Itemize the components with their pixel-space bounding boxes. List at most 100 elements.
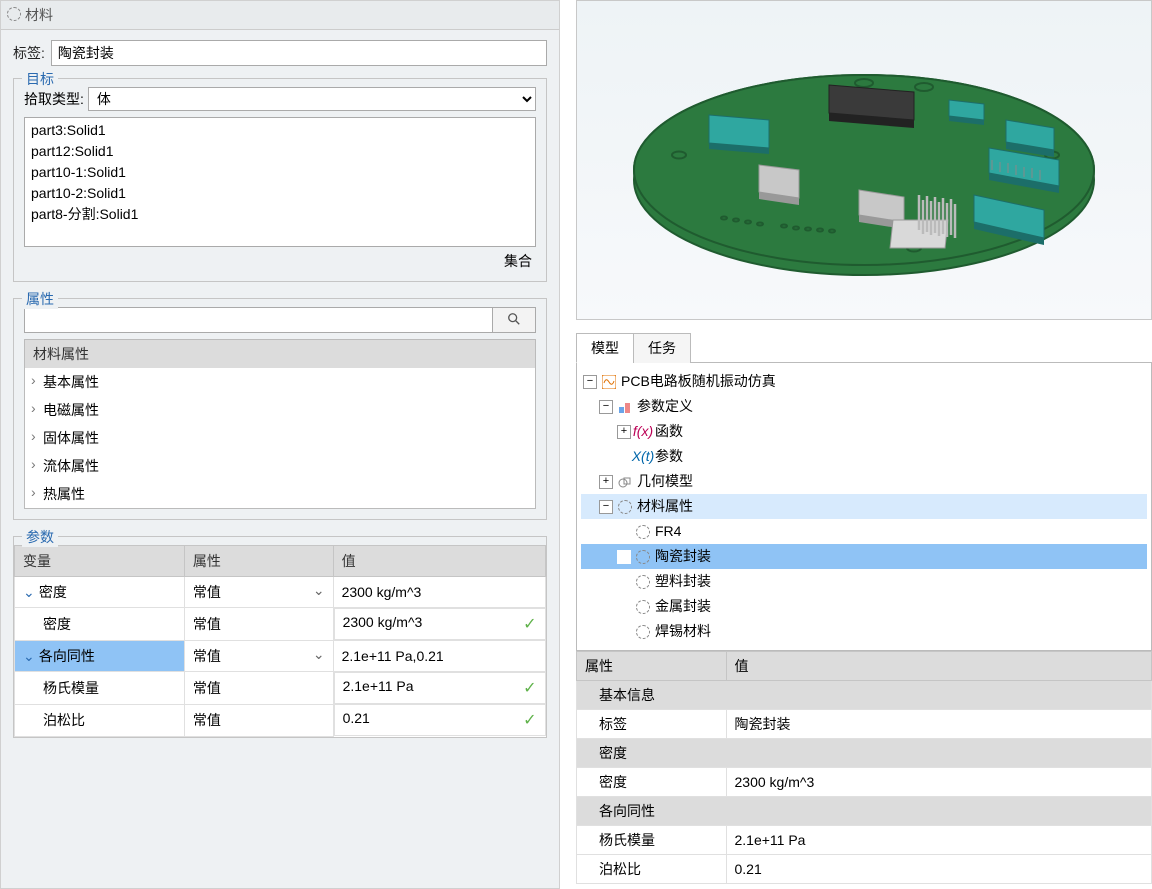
tree-material-item[interactable]: 陶瓷封装 xyxy=(655,546,711,567)
list-item[interactable]: part10-2:Solid1 xyxy=(31,183,529,204)
geometry-icon xyxy=(617,474,633,490)
pick-type-label: 拾取类型: xyxy=(24,89,84,109)
param-variable-cell[interactable]: 泊松比 xyxy=(15,704,185,736)
property-section: 密度 xyxy=(577,739,1152,768)
model-tree[interactable]: − PCB电路板随机振动仿真 − 参数定义 + f(x) 函数 X(t) 参数 … xyxy=(576,363,1152,651)
property-key: 泊松比 xyxy=(577,855,727,884)
tree-toggle[interactable]: + xyxy=(617,425,631,439)
param-property-cell[interactable]: 常值 xyxy=(184,704,333,736)
list-item[interactable]: part12:Solid1 xyxy=(31,141,529,162)
tree-toggle[interactable]: − xyxy=(599,400,613,414)
label-input[interactable] xyxy=(51,40,547,66)
param-value-cell[interactable]: 2.1e+11 Pa,0.21 xyxy=(333,641,545,672)
tree-spacer xyxy=(617,450,631,464)
property-value-table: 属性 值 基本信息标签陶瓷封装密度密度2300 kg/m^3各向同性杨氏模量2.… xyxy=(576,651,1152,884)
property-key: 密度 xyxy=(577,768,727,797)
property-key: 标签 xyxy=(577,710,727,739)
label-row: 标签: xyxy=(1,30,559,70)
params-fieldset: 参数 变量 属性 值 ⌄ 密度常值⌄2300 kg/m^3密度常值2300 kg… xyxy=(13,536,547,738)
tree-paramdef[interactable]: 参数定义 xyxy=(637,396,693,417)
panel-header: 材料 xyxy=(1,1,559,30)
material-icon xyxy=(635,599,651,615)
param-property-cell[interactable]: 常值 xyxy=(184,672,333,705)
check-icon: ✓ xyxy=(523,678,536,698)
param-value-cell[interactable]: 2.1e+11 Pa ✓ xyxy=(334,672,546,704)
list-item[interactable]: part10-1:Solid1 xyxy=(31,162,529,183)
property-list-header: 材料属性 xyxy=(25,340,535,368)
col-property: 属性 xyxy=(577,652,727,681)
check-icon: ✓ xyxy=(523,614,536,634)
tree-material-item[interactable]: 塑料封装 xyxy=(655,571,711,592)
param-variable-cell[interactable]: ⌄ 各向同性 xyxy=(15,641,185,672)
property-list: 材料属性 基本属性 电磁属性 固体属性 流体属性 热属性 xyxy=(24,339,536,509)
material-icon xyxy=(635,624,651,640)
property-value: 2.1e+11 Pa xyxy=(726,826,1152,855)
material-panel: 材料 标签: 目标 拾取类型: 体 part3:Solid1 part12:So… xyxy=(0,0,560,889)
material-icon xyxy=(635,549,651,565)
tree-func[interactable]: 函数 xyxy=(655,421,683,442)
param-value-cell[interactable]: 2300 kg/m^3 xyxy=(333,577,545,608)
property-section: 各向同性 xyxy=(577,797,1152,826)
tree-params[interactable]: 参数 xyxy=(655,446,683,467)
tree-material-item[interactable]: FR4 xyxy=(655,521,681,542)
3d-viewport[interactable] xyxy=(576,0,1152,320)
params-icon: X(t) xyxy=(635,449,651,465)
tab-model[interactable]: 模型 xyxy=(576,333,634,363)
property-item[interactable]: 电磁属性 xyxy=(25,396,535,424)
tabs: 模型 任务 xyxy=(576,332,1152,363)
tree-material-item[interactable]: 金属封装 xyxy=(655,596,711,617)
material-icon xyxy=(7,7,21,24)
property-item[interactable]: 固体属性 xyxy=(25,424,535,452)
param-property-cell[interactable]: 常值 xyxy=(184,608,333,641)
param-value-cell[interactable]: 0.21 ✓ xyxy=(334,704,546,736)
properties-legend: 属性 xyxy=(22,289,58,309)
param-variable-cell[interactable]: 密度 xyxy=(15,608,185,641)
property-item[interactable]: 热属性 xyxy=(25,480,535,508)
list-item[interactable]: part8-分割:Solid1 xyxy=(31,204,529,225)
property-item[interactable]: 流体属性 xyxy=(25,452,535,480)
param-variable-cell[interactable]: ⌄ 密度 xyxy=(15,577,185,608)
col-value: 值 xyxy=(333,546,545,577)
search-icon xyxy=(507,312,521,326)
property-section: 基本信息 xyxy=(577,681,1152,710)
tree-toggle[interactable]: − xyxy=(583,375,597,389)
search-button[interactable] xyxy=(492,307,536,333)
param-value-cell[interactable]: 2300 kg/m^3 ✓ xyxy=(334,608,546,640)
label-field-label: 标签: xyxy=(13,43,45,63)
paramdef-icon xyxy=(617,399,633,415)
pick-type-select[interactable]: 体 xyxy=(88,87,536,111)
properties-fieldset: 属性 材料属性 基本属性 电磁属性 固体属性 流体属性 热属性 xyxy=(13,298,547,520)
property-search-input[interactable] xyxy=(24,307,492,333)
project-icon xyxy=(601,374,617,390)
tree-geom[interactable]: 几何模型 xyxy=(637,471,693,492)
material-prop-icon xyxy=(617,499,633,515)
check-icon: ✓ xyxy=(523,710,536,730)
tree-root[interactable]: PCB电路板随机振动仿真 xyxy=(621,371,776,392)
param-property-cell[interactable]: 常值⌄ xyxy=(184,577,333,608)
pcb-board-graphic xyxy=(614,20,1114,300)
tree-material-item[interactable]: 焊锡材料 xyxy=(655,621,711,642)
col-value: 值 xyxy=(726,652,1152,681)
col-variable: 变量 xyxy=(15,546,185,577)
property-item[interactable]: 基本属性 xyxy=(25,368,535,396)
tree-matprop[interactable]: 材料属性 xyxy=(637,496,693,517)
tree-toggle[interactable]: − xyxy=(599,500,613,514)
target-listbox[interactable]: part3:Solid1 part12:Solid1 part10-1:Soli… xyxy=(24,117,536,247)
collect-button[interactable]: 集合 xyxy=(504,253,532,269)
params-legend: 参数 xyxy=(22,527,58,547)
params-table: 变量 属性 值 ⌄ 密度常值⌄2300 kg/m^3密度常值2300 kg/m^… xyxy=(14,545,546,737)
right-panel: 模型 任务 − PCB电路板随机振动仿真 − 参数定义 + f(x) 函数 X(… xyxy=(576,0,1152,889)
tab-task[interactable]: 任务 xyxy=(633,333,691,363)
target-legend: 目标 xyxy=(22,69,58,89)
param-property-cell[interactable]: 常值⌄ xyxy=(184,641,333,672)
tree-toggle[interactable]: + xyxy=(599,475,613,489)
material-icon xyxy=(635,524,651,540)
material-icon xyxy=(635,574,651,590)
param-variable-cell[interactable]: 杨氏模量 xyxy=(15,672,185,705)
function-icon: f(x) xyxy=(635,424,651,440)
property-value: 陶瓷封装 xyxy=(726,710,1152,739)
col-property: 属性 xyxy=(184,546,333,577)
list-item[interactable]: part3:Solid1 xyxy=(31,120,529,141)
target-fieldset: 目标 拾取类型: 体 part3:Solid1 part12:Solid1 pa… xyxy=(13,78,547,282)
panel-title: 材料 xyxy=(25,5,53,25)
